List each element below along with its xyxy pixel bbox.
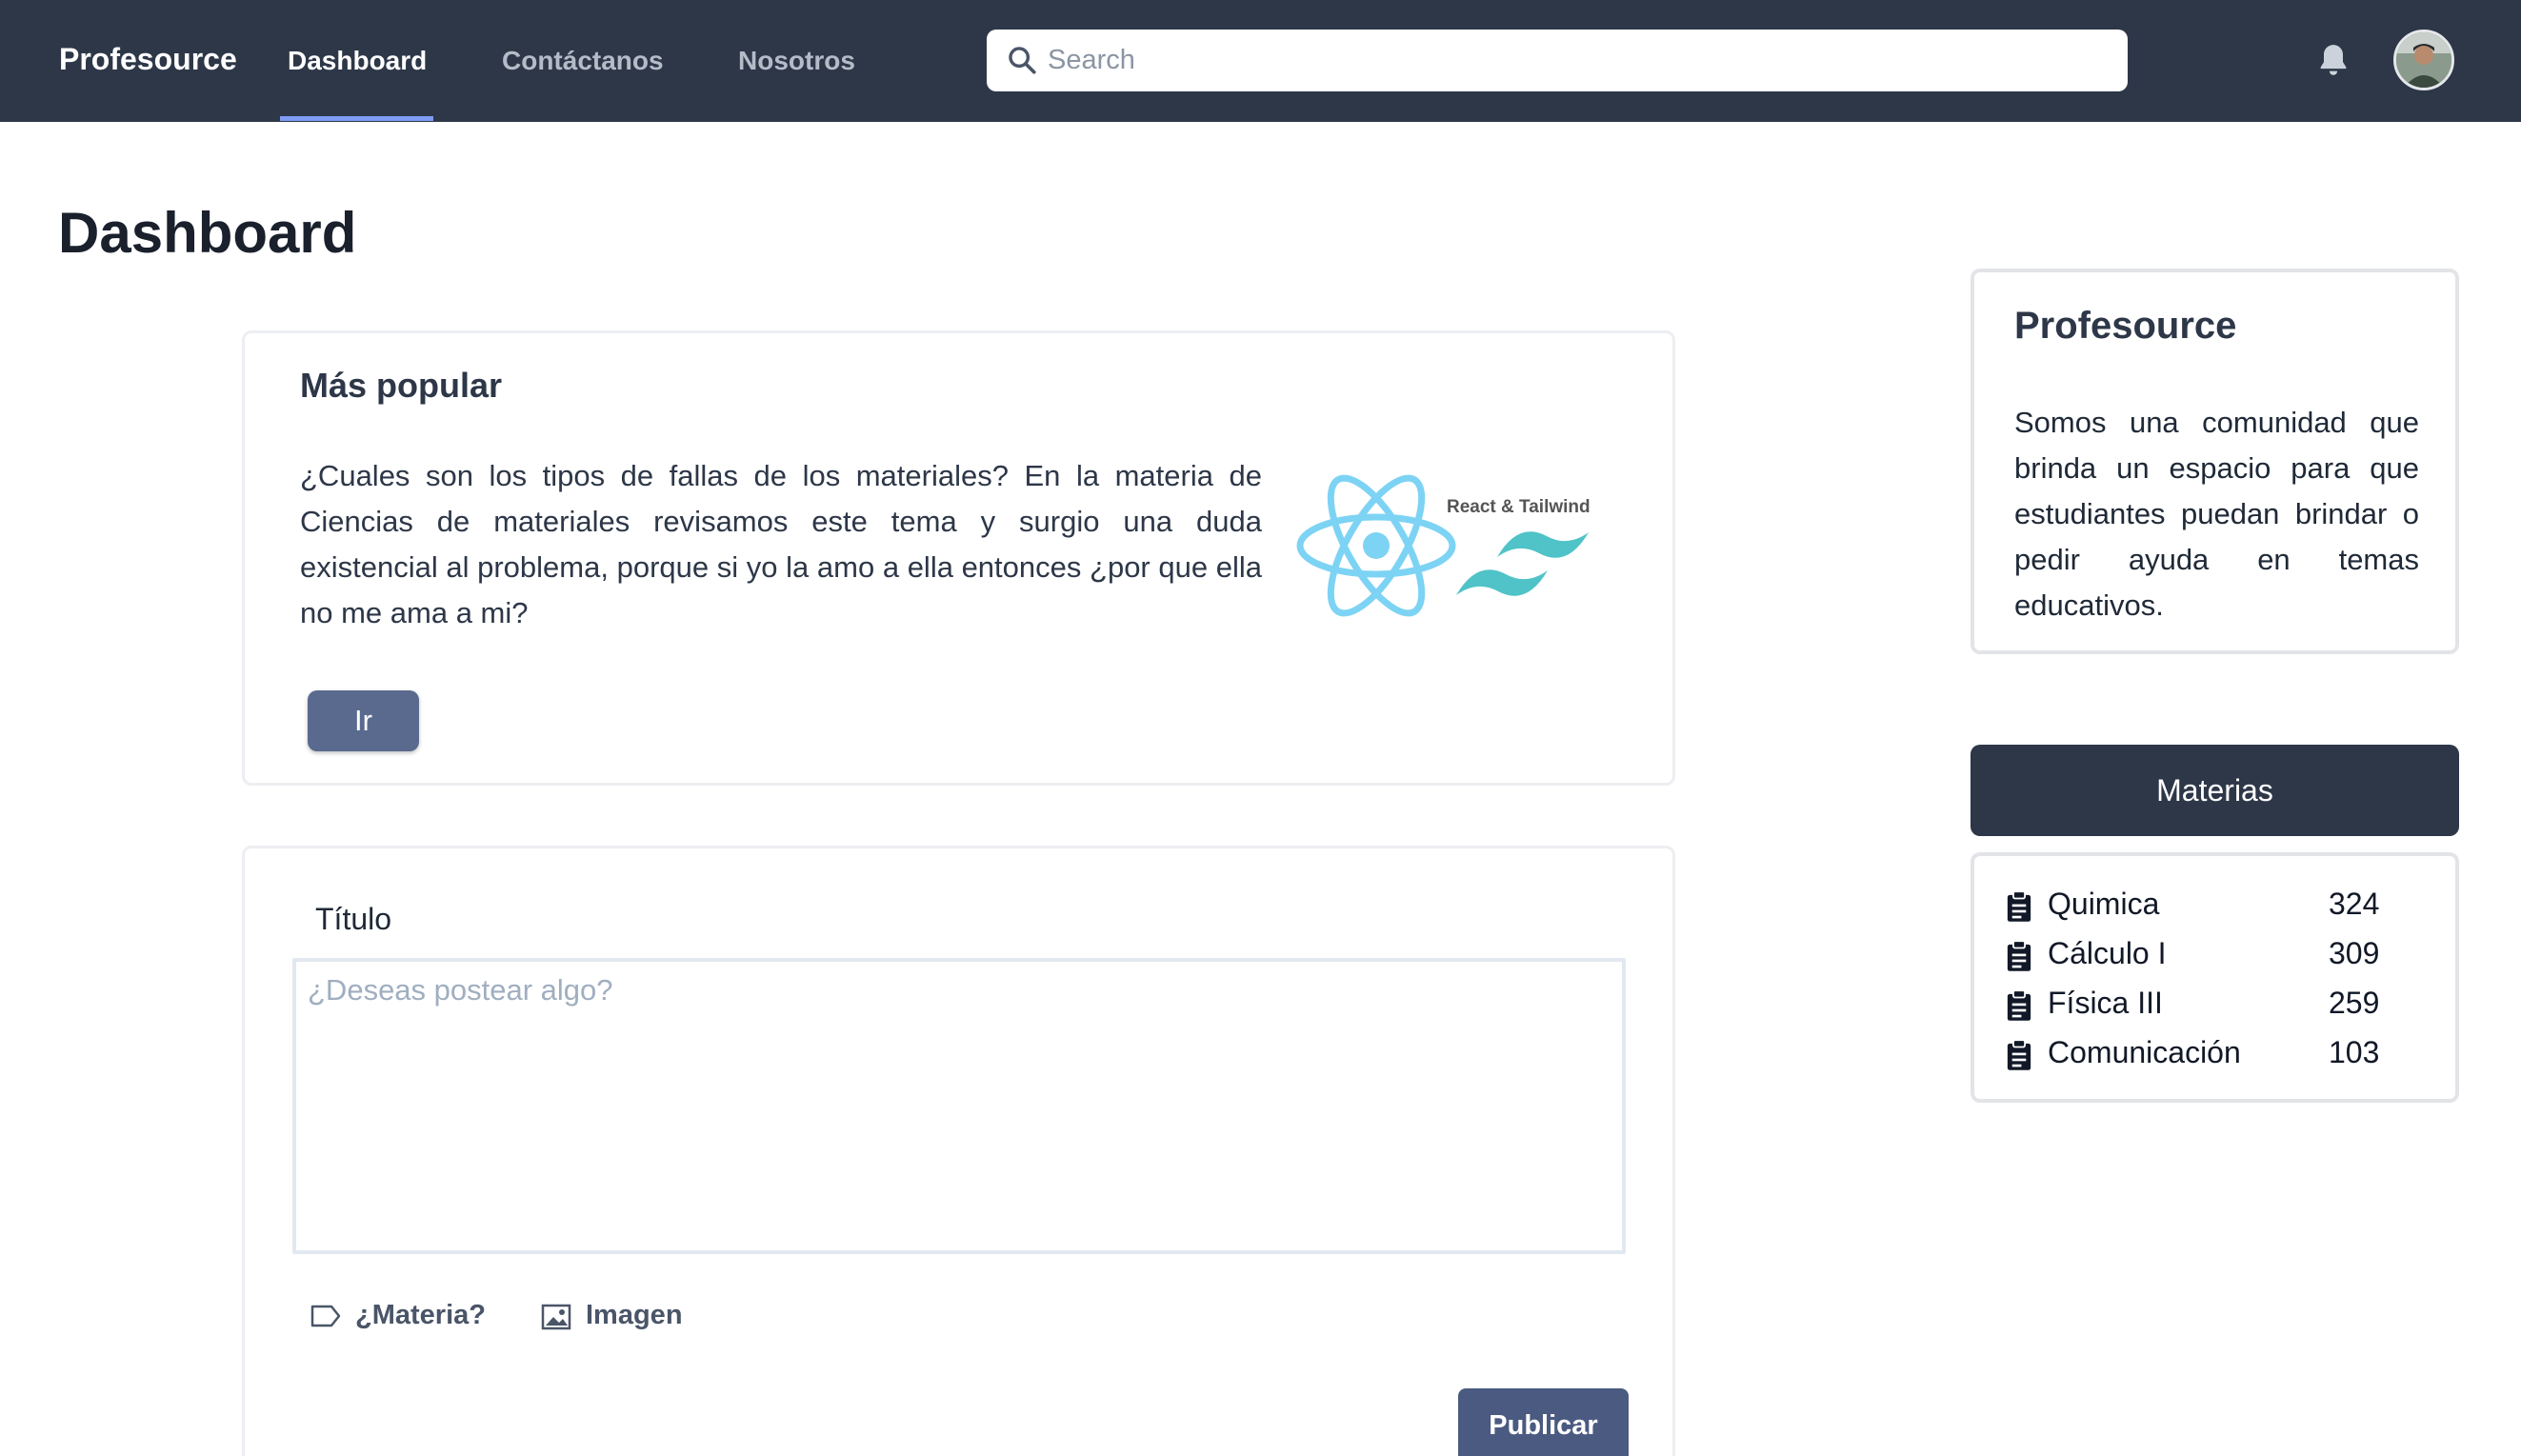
react-tailwind-image [1296, 474, 1589, 617]
popular-title: Más popular [300, 366, 503, 405]
image-label: Imagen [586, 1300, 683, 1330]
avatar-image [2396, 32, 2451, 88]
brand-logo[interactable]: Profesource [59, 42, 237, 77]
post-textarea[interactable] [292, 958, 1626, 1254]
materia-name: Comunicación [2048, 1035, 2241, 1069]
go-button[interactable]: Ir [308, 690, 419, 751]
clipboard-icon [2007, 1039, 2031, 1070]
materias-header[interactable]: Materias [1971, 745, 2459, 836]
search-input[interactable] [1048, 30, 2105, 91]
tag-icon [310, 1305, 341, 1327]
clipboard-icon [2007, 890, 2031, 922]
search-bar [987, 30, 2128, 91]
image-icon [541, 1304, 571, 1330]
active-nav-indicator [280, 116, 433, 121]
materia-count: 324 [2329, 887, 2380, 921]
popular-post-card: Más popular ¿Cuales son los tipos de fal… [242, 330, 1675, 786]
materia-count: 259 [2329, 986, 2380, 1020]
materia-item-fisica[interactable]: Física III 259 [2005, 986, 2424, 1027]
popular-post-text: ¿Cuales son los tipos de fallas de los m… [300, 459, 1262, 629]
about-text: Somos una comunidad que brinda un espaci… [2014, 406, 2419, 622]
materia-item-quimica[interactable]: Quimica 324 [2005, 887, 2424, 928]
about-title: Profesource [2014, 305, 2237, 347]
materia-label: ¿Materia? [355, 1300, 486, 1330]
user-avatar[interactable] [2393, 30, 2454, 90]
materia-count: 309 [2329, 936, 2380, 970]
clipboard-icon [2007, 940, 2031, 971]
nav-link-nosotros[interactable]: Nosotros [738, 46, 855, 76]
materias-list: Quimica 324 Cálculo I 309 Física III 259 [1971, 852, 2459, 1103]
search-icon [1009, 47, 1036, 74]
about-card: Profesource Somos una comunidad que brin… [1971, 269, 2459, 654]
nav-link-contactanos[interactable]: Contáctanos [502, 46, 664, 76]
image-caption: React & Tailwind [1447, 497, 1591, 517]
top-navbar: Profesource Dashboard Contáctanos Nosotr… [0, 0, 2521, 122]
new-post-card: Título ¿Materia? Imagen Publicar [242, 846, 1675, 1456]
materia-name: Quimica [2048, 887, 2160, 921]
page-title: Dashboard [58, 201, 357, 265]
materia-item-calculo[interactable]: Cálculo I 309 [2005, 936, 2424, 978]
publish-button[interactable]: Publicar [1458, 1388, 1629, 1456]
clipboard-icon [2007, 989, 2031, 1021]
materia-item-comunicacion[interactable]: Comunicación 103 [2005, 1035, 2424, 1077]
post-title-label: Título [315, 902, 392, 936]
materia-name: Física III [2048, 986, 2163, 1020]
bell-icon[interactable] [2314, 40, 2352, 80]
materia-count: 103 [2329, 1035, 2380, 1069]
nav-link-dashboard[interactable]: Dashboard [288, 46, 427, 76]
materia-name: Cálculo I [2048, 936, 2167, 970]
